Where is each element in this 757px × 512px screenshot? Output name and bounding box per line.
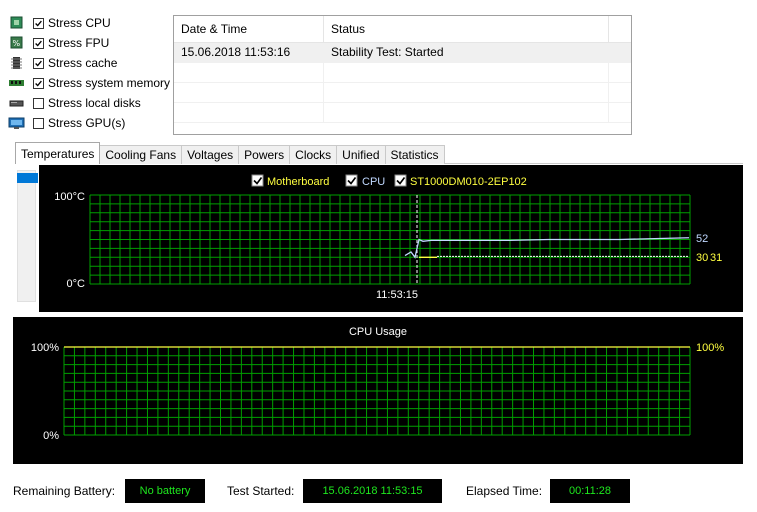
stress-cpu-label: Stress CPU	[48, 16, 111, 30]
log-header: Date & Time Status	[174, 16, 631, 43]
motherboard-value-label: 30	[696, 252, 708, 264]
stress-memory-label: Stress system memory	[48, 76, 171, 90]
stress-cpu-option[interactable]: Stress CPU	[8, 13, 111, 33]
temperature-chart-svg: Motherboard CPU ST1000DM010-2EP102 100°C…	[54, 174, 722, 301]
tab-clocks[interactable]: Clocks	[289, 145, 338, 164]
legend-motherboard[interactable]: Motherboard	[251, 174, 329, 188]
stress-gpu-label: Stress GPU(s)	[48, 116, 126, 130]
table-row-empty	[174, 83, 631, 103]
cpu-usage-chart-svg: CPU Usage 100% 0% 100%	[31, 326, 724, 442]
stress-cache-checkbox[interactable]	[33, 57, 44, 69]
stress-fpu-option[interactable]: % Stress FPU	[8, 33, 109, 53]
battery-value: No battery	[125, 479, 205, 503]
cpu-usage-title: CPU Usage	[349, 326, 407, 338]
y-tick-bottom: 0°C	[67, 278, 86, 290]
chart-tabs: Temperatures Cooling Fans Voltages Power…	[15, 142, 445, 164]
legend-disk-label: ST1000DM010-2EP102	[410, 176, 527, 188]
memory-icon	[8, 76, 25, 90]
disk-icon	[8, 96, 25, 110]
tab-voltages[interactable]: Voltages	[181, 145, 240, 164]
stress-disks-checkbox[interactable]	[33, 97, 44, 109]
cpu-usage-chart: CPU Usage 100% 0% 100%	[13, 317, 743, 464]
test-started-label: Test Started:	[227, 484, 295, 498]
slider-thumb[interactable]	[17, 173, 38, 183]
stability-log-table[interactable]: Date & Time Status 15.06.2018 11:53:16 S…	[173, 15, 632, 135]
stress-fpu-checkbox[interactable]	[33, 37, 44, 49]
tab-powers[interactable]: Powers	[238, 145, 291, 164]
table-row-empty	[174, 63, 631, 83]
fpu-icon: %	[8, 36, 25, 50]
log-time-cell: 15.06.2018 11:53:16	[174, 43, 324, 62]
log-status-cell: Stability Test: Started	[324, 43, 609, 62]
tab-temperatures[interactable]: Temperatures	[15, 142, 101, 164]
marker-time-label: 11:53:15	[376, 289, 418, 301]
cpu-usage-grid	[63, 346, 691, 436]
stress-gpu-option[interactable]: Stress GPU(s)	[8, 113, 125, 133]
tab-unified[interactable]: Unified	[336, 145, 386, 164]
column-date-time[interactable]: Date & Time	[174, 16, 324, 42]
svg-text:%: %	[13, 39, 21, 48]
disk-value-label: 31	[710, 252, 722, 264]
legend-disk[interactable]: ST1000DM010-2EP102	[394, 174, 527, 188]
cpu-value-label: 52	[696, 233, 708, 245]
chart-scroll-slider[interactable]	[17, 170, 38, 302]
stress-fpu-label: Stress FPU	[48, 36, 110, 50]
cpu-icon	[8, 16, 25, 30]
stress-gpu-checkbox[interactable]	[33, 117, 44, 129]
stress-cpu-checkbox[interactable]	[33, 17, 44, 29]
cpu-usage-value-label: 100%	[696, 342, 724, 354]
table-row-empty	[174, 103, 631, 123]
stress-cache-option[interactable]: Stress cache	[8, 53, 117, 73]
gpu-icon	[8, 116, 25, 130]
cpu-series-line	[404, 237, 690, 259]
table-row[interactable]: 15.06.2018 11:53:16 Stability Test: Star…	[174, 43, 631, 63]
battery-label: Remaining Battery:	[13, 484, 116, 498]
stress-disks-option[interactable]: Stress local disks	[8, 93, 141, 113]
stress-memory-option[interactable]: Stress system memory	[8, 73, 170, 93]
test-started-value: 15.06.2018 11:53:15	[303, 479, 442, 503]
elapsed-time-value: 00:11:28	[550, 479, 630, 503]
elapsed-time-label: Elapsed Time:	[466, 484, 543, 498]
cache-icon	[8, 56, 25, 70]
usage-y-tick-top: 100%	[31, 342, 59, 354]
stress-memory-checkbox[interactable]	[33, 77, 44, 89]
y-tick-top: 100°C	[54, 191, 85, 203]
column-status[interactable]: Status	[324, 16, 609, 42]
temperature-chart: Motherboard CPU ST1000DM010-2EP102 100°C…	[39, 165, 743, 312]
legend-cpu[interactable]: CPU	[345, 174, 385, 188]
stress-disks-label: Stress local disks	[48, 96, 141, 110]
stress-cache-label: Stress cache	[48, 56, 118, 70]
tab-statistics[interactable]: Statistics	[384, 145, 445, 164]
usage-y-tick-bottom: 0%	[43, 430, 59, 442]
tab-cooling-fans[interactable]: Cooling Fans	[99, 145, 183, 164]
legend-motherboard-label: Motherboard	[267, 176, 329, 188]
legend-cpu-label: CPU	[362, 176, 385, 188]
